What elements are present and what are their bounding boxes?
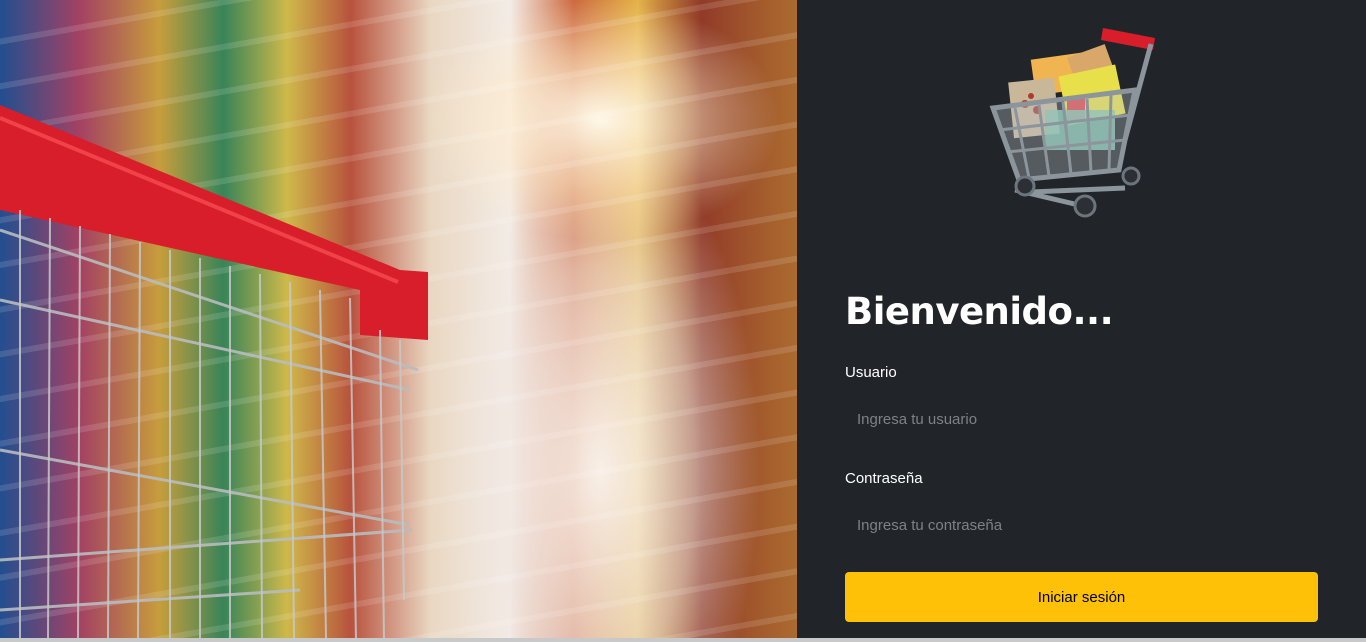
login-panel: Bienvenido... Usuario Contraseña Iniciar… <box>797 0 1366 638</box>
hero-image <box>0 0 797 638</box>
bottom-edge <box>0 638 1366 642</box>
page-title: Bienvenido... <box>845 290 1114 333</box>
username-input[interactable] <box>845 400 1318 438</box>
login-button[interactable]: Iniciar sesión <box>845 572 1318 622</box>
username-label: Usuario <box>845 364 897 381</box>
shopping-cart-with-groceries-icon <box>989 28 1155 218</box>
cart-photo <box>0 105 428 638</box>
password-input[interactable] <box>845 506 1318 544</box>
password-label: Contraseña <box>845 470 923 487</box>
